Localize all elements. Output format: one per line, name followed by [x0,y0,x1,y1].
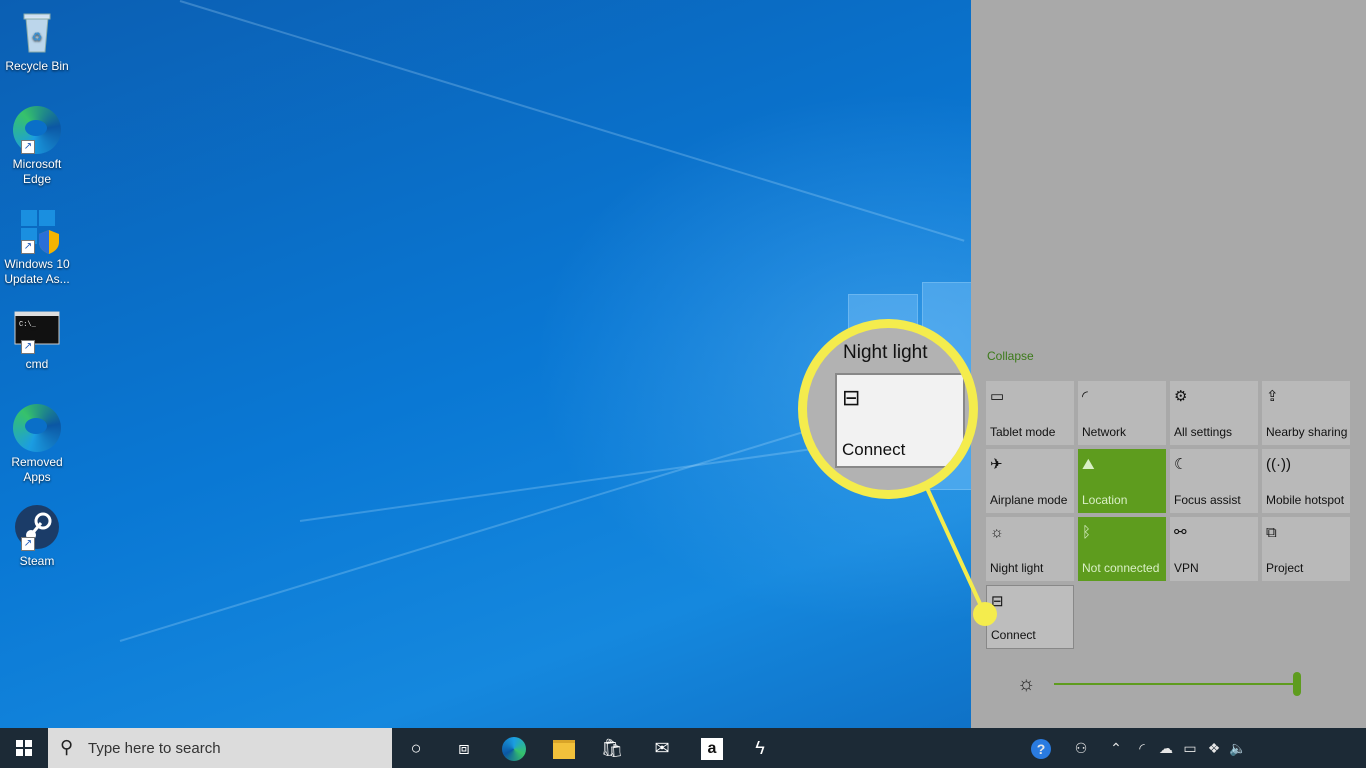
tile-network[interactable]: ◜ Network [1078,381,1166,445]
desktop-icon-recycle-bin[interactable]: ♻ Recycle Bin [2,8,72,74]
windows-logo-icon [25,749,32,756]
svg-text:C:\_: C:\_ [19,321,37,329]
desktop-icon-cmd[interactable]: C:\_ ↗ cmd [2,306,72,372]
task-view-icon[interactable]: ⧈ [440,728,488,768]
shortcut-arrow-icon: ↗ [21,140,35,154]
tile-label: Network [1082,425,1127,439]
desktop-icon-label: Microsoft Edge [12,157,62,186]
action-center: Collapse ▭ Tablet mode ◜ Network ⚙ All s… [971,0,1366,728]
dropbox-icon[interactable]: ❖ [1202,728,1226,768]
search-placeholder: Type here to search [88,740,221,757]
moon-icon: ☾ [1174,456,1188,473]
edge-icon[interactable] [490,728,538,768]
tile-bluetooth[interactable]: ᛒ Not connected [1078,517,1166,581]
nearby-sharing-icon: ⇪ [1266,388,1279,405]
collapse-link[interactable]: Collapse [987,349,1034,363]
tile-label: Nearby sharing [1266,425,1348,439]
edge-icon [13,404,61,452]
steam-icon: ↗ [13,503,61,551]
desktop-icon-steam[interactable]: ↗ Steam [2,503,72,569]
desktop-icon-removed-apps[interactable]: Removed Apps [2,404,72,485]
callout-connect-tile: ⊟ Connect [835,373,965,468]
tile-label: Mobile hotspot [1266,493,1345,507]
mail-icon[interactable]: ✉ [638,728,686,768]
bluetooth-icon: ᛒ [1082,524,1092,541]
tile-label: Night light [990,561,1044,575]
tile-label: Location [1082,493,1128,507]
taskbar: ⚲ Type here to search ○ ⧈ 🛍 ✉ a ϟ ? ⚇ ⌃ … [0,728,1366,768]
tile-label: All settings [1174,425,1233,439]
gear-icon: ⚙ [1174,388,1188,405]
shortcut-arrow-icon: ↗ [21,537,35,551]
desktop-icon-microsoft-edge[interactable]: ↗ Microsoft Edge [2,106,72,187]
windows-logo-icon [16,740,23,747]
update-assistant-icon: ↗ [13,206,61,254]
tile-label: Not connected [1082,561,1160,575]
callout-title: Night light [843,342,928,363]
desktop-icon-update-assistant[interactable]: ↗ Windows 10 Update As... [2,206,72,287]
magnifier-callout: Night light ⊟ Connect [798,319,978,499]
windows-logo-icon [25,740,32,747]
tile-location[interactable]: ⛰ Location [1078,449,1166,513]
hotspot-icon: ((·)) [1266,456,1291,473]
tile-airplane-mode[interactable]: ✈ Airplane mode [986,449,1074,513]
edge-icon: ↗ [13,106,61,154]
brightness-slider-thumb[interactable] [1293,672,1301,696]
callout-tile-label: Connect [842,440,906,459]
tile-label: Tablet mode [990,425,1056,439]
svg-text:♻: ♻ [32,30,43,44]
tile-tablet-mode[interactable]: ▭ Tablet mode [986,381,1074,445]
cmd-icon: C:\_ ↗ [13,306,61,354]
shortcut-arrow-icon: ↗ [21,340,35,354]
connect-icon: ⊟ [842,385,861,410]
tile-all-settings[interactable]: ⚙ All settings [1170,381,1258,445]
desktop-icon-label: cmd [25,357,49,371]
vpn-icon: ⚯ [1174,524,1187,541]
tile-project[interactable]: ⧉ Project [1262,517,1350,581]
brightness-slider-track[interactable] [1054,683,1298,685]
desktop-icon-label: Steam [19,554,55,568]
battery-icon[interactable]: ▭ [1178,728,1202,768]
tile-label: VPN [1174,561,1199,575]
volume-icon[interactable]: 🔈 [1226,728,1250,768]
tile-label: Connect [991,628,1036,642]
tile-night-light[interactable]: ☼ Night light [986,517,1074,581]
airplane-icon: ✈ [990,456,1003,473]
network-icon: ◜ [1082,388,1088,405]
tile-mobile-hotspot[interactable]: ((·)) Mobile hotspot [1262,449,1350,513]
amazon-icon[interactable]: a [688,728,736,768]
search-icon: ⚲ [60,737,74,757]
help-icon[interactable]: ? [1028,728,1054,768]
search-box[interactable]: ⚲ Type here to search [48,728,392,768]
bolt-app-icon[interactable]: ϟ [736,728,784,768]
cortana-icon[interactable]: ○ [392,728,440,768]
tile-vpn[interactable]: ⚯ VPN [1170,517,1258,581]
store-icon[interactable]: 🛍 [588,728,636,768]
tile-nearby-sharing[interactable]: ⇪ Nearby sharing [1262,381,1350,445]
tile-label: Project [1266,561,1304,575]
tablet-mode-icon: ▭ [990,388,1005,405]
wallpaper-beam [179,0,965,242]
chevron-up-icon[interactable]: ⌃ [1106,728,1126,768]
recycle-bin-icon: ♻ [13,8,61,56]
tile-connect[interactable]: ⊟ Connect [986,585,1074,649]
callout-dot [973,602,997,626]
brightness-icon: ☼ [1017,673,1036,695]
windows-logo-icon [16,749,23,756]
wifi-icon[interactable]: ◜ [1130,728,1154,768]
location-icon: ⛰ [1082,456,1095,473]
file-explorer-icon[interactable] [540,728,588,768]
tile-focus-assist[interactable]: ☾ Focus assist [1170,449,1258,513]
tile-label: Airplane mode [990,493,1068,507]
desktop-icon-label: Windows 10 Update As... [4,257,70,286]
shortcut-arrow-icon: ↗ [21,240,35,254]
desktop-icon-label: Removed Apps [11,455,63,484]
onedrive-icon[interactable]: ☁ [1154,728,1178,768]
project-icon: ⧉ [1266,524,1277,541]
start-button[interactable] [0,728,48,768]
tile-label: Focus assist [1174,493,1241,507]
desktop-icon-label: Recycle Bin [5,59,69,73]
night-light-icon: ☼ [990,524,1004,541]
people-icon[interactable]: ⚇ [1068,728,1094,768]
